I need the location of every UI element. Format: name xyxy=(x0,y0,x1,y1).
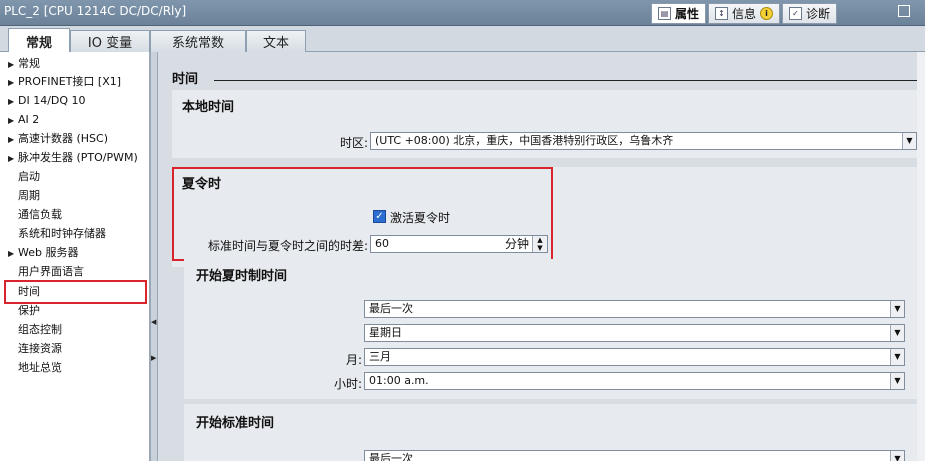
hour-label: 小时: xyxy=(333,377,362,391)
section-title: 时间 xyxy=(172,72,199,87)
tab-diagnostics[interactable]: ✓ 诊断 xyxy=(782,3,838,24)
nav-label: 常规 xyxy=(18,57,40,70)
timezone-value: (UTC +08:00) 北京，重庆，中国香港特别行政区，乌鲁木齐 xyxy=(375,134,674,147)
nav-item-profinet[interactable]: ▶ PROFINET接口 [X1] xyxy=(8,73,121,91)
nav-item-ai[interactable]: ▶ AI 2 xyxy=(8,111,39,129)
navigation-tree: ▶ 常规 ▶ PROFINET接口 [X1] ▶ DI 14/DQ 10 ▶ AI 2 … xyxy=(0,52,150,461)
expand-arrow-icon[interactable]: ▶ xyxy=(8,93,18,111)
expand-right-icon[interactable]: ▶ xyxy=(151,354,157,362)
properties-icon: ▤ xyxy=(658,7,671,20)
expand-arrow-icon[interactable]: ▶ xyxy=(8,74,18,92)
month-label: 月: xyxy=(345,353,362,367)
dst-start-hour-value: 01:00 a.m. xyxy=(369,374,429,387)
nav-item-web-server[interactable]: ▶ Web 服务器 xyxy=(8,244,78,262)
nav-item-general[interactable]: ▶ 常规 xyxy=(8,55,40,73)
restore-window-icon[interactable] xyxy=(898,5,910,17)
chevron-down-icon[interactable]: ▼ xyxy=(890,373,904,389)
nav-item-clock-memory[interactable]: 系统和时钟存储器 xyxy=(18,225,106,243)
vertical-scrollbar[interactable] xyxy=(917,52,925,461)
tab-properties[interactable]: ▤ 属性 xyxy=(651,3,707,24)
timezone-select[interactable]: (UTC +08:00) 北京，重庆，中国香港特别行政区，乌鲁木齐 ▼ xyxy=(370,132,917,150)
nav-label: AI 2 xyxy=(18,113,40,126)
tab-info[interactable]: ↕ 信息 i xyxy=(708,3,781,24)
expand-arrow-icon[interactable]: ▶ xyxy=(8,150,18,168)
nav-item-startup[interactable]: 启动 xyxy=(18,168,40,186)
local-time-title: 本地时间 xyxy=(182,100,235,115)
nav-item-pto-pwm[interactable]: ▶ 脉冲发生器 (PTO/PWM) xyxy=(8,149,138,167)
std-start-title: 开始标准时间 xyxy=(196,416,275,431)
tab-info-label: 信息 xyxy=(732,7,757,21)
nav-label: DI 14/DQ 10 xyxy=(18,94,86,107)
highlight-box-dst xyxy=(172,167,553,261)
properties-window: PLC_2 [CPU 1214C DC/DC/Rly] ▤ 属性 ↕ 信息 i … xyxy=(0,0,925,461)
info-icon: i xyxy=(760,7,774,20)
nav-item-ui-language[interactable]: 用户界面语言 xyxy=(18,263,84,281)
inspector-tabs: ▤ 属性 ↕ 信息 i ✓ 诊断 xyxy=(651,3,838,24)
dst-start-month-select[interactable]: 三月 ▼ xyxy=(364,348,905,366)
expand-arrow-icon[interactable]: ▶ xyxy=(8,112,18,130)
std-start-week-value: 最后一次 xyxy=(369,452,413,461)
chevron-down-icon[interactable]: ▼ xyxy=(890,349,904,365)
info-list-icon: ↕ xyxy=(715,7,729,20)
nav-item-hsc[interactable]: ▶ 高速计数器 (HSC) xyxy=(8,130,108,148)
nav-item-protection[interactable]: 保护 xyxy=(18,302,40,320)
tab-general[interactable]: 常规 xyxy=(8,28,70,53)
local-time-group: 本地时间 时区: (UTC +08:00) 北京，重庆，中国香港特别行政区，乌鲁… xyxy=(172,90,917,158)
std-start-week-select[interactable]: 最后一次 ▼ xyxy=(364,450,905,461)
std-start-group: 开始标准时间 最后一次 ▼ xyxy=(184,404,917,461)
expand-arrow-icon[interactable]: ▶ xyxy=(8,245,18,263)
nav-label: PROFINET接口 [X1] xyxy=(18,75,122,88)
window-title: PLC_2 [CPU 1214C DC/DC/Rly] xyxy=(4,4,187,18)
tab-properties-label: 属性 xyxy=(675,7,700,21)
chevron-down-icon[interactable]: ▼ xyxy=(890,325,904,341)
nav-item-connection-resources[interactable]: 连接资源 xyxy=(18,340,62,358)
diagnostics-icon: ✓ xyxy=(789,7,803,20)
pane-splitter[interactable] xyxy=(150,52,158,461)
timezone-label: 时区: xyxy=(339,136,368,150)
dst-start-weekday-value: 星期日 xyxy=(369,326,402,339)
chevron-down-icon[interactable]: ▼ xyxy=(902,133,916,149)
expand-arrow-icon[interactable]: ▶ xyxy=(8,131,18,149)
chevron-down-icon[interactable]: ▼ xyxy=(890,451,904,461)
dst-start-weekday-select[interactable]: 星期日 ▼ xyxy=(364,324,905,342)
nav-label: Web 服务器 xyxy=(18,246,79,259)
nav-item-di-dq[interactable]: ▶ DI 14/DQ 10 xyxy=(8,92,86,110)
nav-item-cycle[interactable]: 周期 xyxy=(18,187,40,205)
tab-texts[interactable]: 文本 xyxy=(246,30,306,52)
properties-content: 时间 本地时间 时区: (UTC +08:00) 北京，重庆，中国香港特别行政区… xyxy=(158,52,925,461)
expand-arrow-icon[interactable]: ▶ xyxy=(8,56,18,74)
chevron-down-icon[interactable]: ▼ xyxy=(890,301,904,317)
dst-start-hour-select[interactable]: 01:00 a.m. ▼ xyxy=(364,372,905,390)
dst-start-week-select[interactable]: 最后一次 ▼ xyxy=(364,300,905,318)
nav-label: 高速计数器 (HSC) xyxy=(18,132,109,145)
nav-item-comm-load[interactable]: 通信负载 xyxy=(18,206,62,224)
dst-start-title: 开始夏时制时间 xyxy=(196,269,288,284)
section-divider xyxy=(214,80,917,81)
dst-start-group: 开始夏时制时间 最后一次 ▼ 星期日 ▼ 月: 三月 ▼ 小时: 01:00 a… xyxy=(184,259,917,399)
nav-label: 脉冲发生器 (PTO/PWM) xyxy=(18,151,138,164)
nav-item-address-overview[interactable]: 地址总览 xyxy=(18,359,62,377)
title-bar: PLC_2 [CPU 1214C DC/DC/Rly] ▤ 属性 ↕ 信息 i … xyxy=(0,0,925,26)
dst-start-week-value: 最后一次 xyxy=(369,302,413,315)
dst-start-month-value: 三月 xyxy=(369,350,391,363)
tab-diagnostics-label: 诊断 xyxy=(806,7,831,21)
property-tabs: 常规 IO 变量 系统常数 文本 xyxy=(0,26,925,53)
highlight-box-time xyxy=(4,280,147,304)
nav-item-config-control[interactable]: 组态控制 xyxy=(18,321,62,339)
tab-system-constants[interactable]: 系统常数 xyxy=(150,30,246,52)
tab-io-tags[interactable]: IO 变量 xyxy=(70,30,150,52)
collapse-left-icon[interactable]: ◀ xyxy=(151,318,157,326)
